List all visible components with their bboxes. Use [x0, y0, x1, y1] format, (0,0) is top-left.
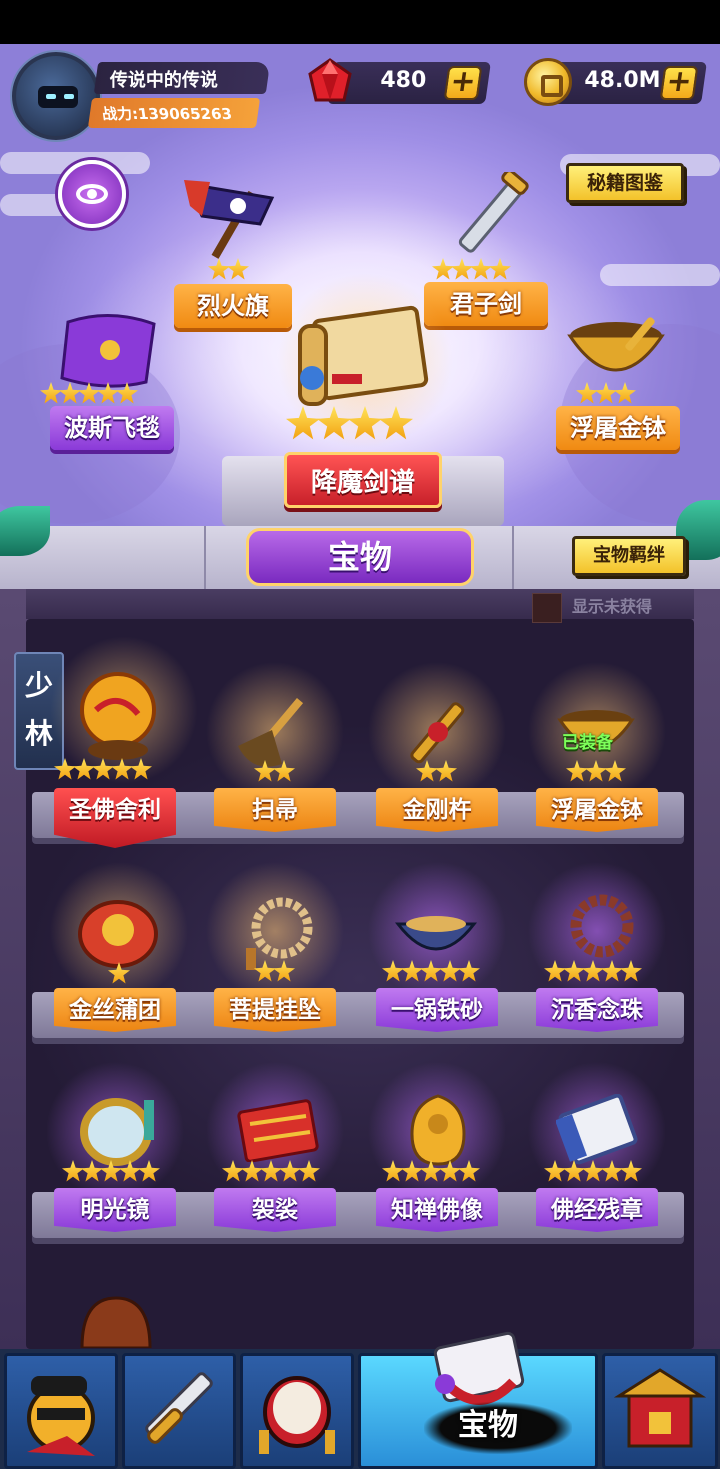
demon-sword-manual-image[interactable]: [288, 304, 438, 408]
gentleman-sword-image[interactable]: [432, 172, 540, 268]
add-gold-button[interactable]: +: [659, 64, 699, 100]
equipped-badge: 已装备: [562, 733, 613, 753]
combat-power: 战力:139065263: [87, 98, 261, 128]
golden-bowl-stars: [576, 382, 636, 408]
item-label[interactable]: 袈裟: [214, 1188, 336, 1232]
nav-hero-tab[interactable]: [4, 1353, 118, 1469]
nav-drum-tab[interactable]: [240, 1353, 354, 1469]
demon-sword-manual-stars: [286, 406, 413, 440]
item-label[interactable]: 金丝蒲团: [54, 988, 176, 1032]
sword-icon: [145, 1372, 213, 1444]
fire-flag-stars: [208, 258, 249, 284]
item-stars: [544, 1160, 642, 1186]
vajra-image[interactable]: [396, 694, 480, 770]
item-label[interactable]: 一锅铁砂: [376, 988, 498, 1032]
item-label[interactable]: 知禅佛像: [376, 1188, 498, 1232]
item-stars: [108, 962, 130, 988]
buddha-relic-image[interactable]: [76, 670, 160, 760]
status-bar: [0, 0, 720, 44]
nav-weapon-tab[interactable]: [122, 1353, 236, 1469]
bottom-navigation: [0, 1331, 720, 1469]
item-stars: [254, 960, 295, 986]
item-label[interactable]: 金刚杵: [376, 788, 498, 832]
showcase-label[interactable]: 浮屠金钵: [556, 406, 680, 450]
item-stars: [62, 1160, 160, 1186]
hero-icon: [27, 1376, 95, 1456]
checkbox[interactable]: [532, 593, 562, 623]
player-name: 传说中的传说: [93, 62, 271, 94]
temple-icon: [613, 1368, 707, 1448]
gem-icon: [308, 58, 352, 102]
item-stars: [544, 960, 642, 986]
gentleman-sword-stars: [432, 258, 511, 284]
buddha-statue-image[interactable]: [408, 1094, 468, 1166]
treasure-bond-button[interactable]: 宝物羁绊: [572, 536, 686, 576]
item-label[interactable]: 浮屠金钵: [536, 788, 658, 832]
showcase-label[interactable]: 烈火旗: [174, 284, 292, 328]
nav-active-label: 宝物: [458, 1408, 518, 1443]
item-label[interactable]: 沉香念珠: [536, 988, 658, 1032]
item-label[interactable]: 扫帚: [214, 788, 336, 832]
partial-item-image[interactable]: [76, 1296, 156, 1348]
kasaya-image[interactable]: [236, 1096, 320, 1162]
add-gems-button[interactable]: +: [443, 64, 483, 100]
item-stars: [566, 760, 626, 786]
item-stars: [382, 1160, 480, 1186]
item-label[interactable]: 明光镜: [54, 1188, 176, 1232]
agarwood-beads-image[interactable]: [558, 892, 640, 968]
item-stars: [254, 760, 295, 786]
item-stars: [222, 1160, 320, 1186]
coin-icon: [524, 58, 572, 106]
nav-temple-tab[interactable]: [602, 1353, 718, 1469]
section-title: 宝物: [246, 528, 474, 586]
iron-sand-wok-image[interactable]: [394, 904, 478, 966]
persian-carpet-stars: [40, 382, 138, 408]
item-stars: [382, 960, 480, 986]
treasure-screen: 传说中的传说 战力:139065263 480 + 48.0M + 秘籍图鉴 烈…: [0, 0, 720, 1469]
gem-amount: 480: [380, 68, 427, 93]
bright-mirror-image[interactable]: [78, 1094, 162, 1168]
item-label[interactable]: 菩提挂坠: [214, 988, 336, 1032]
player-avatar[interactable]: [12, 52, 100, 140]
show-unobtained-toggle[interactable]: 显示未获得: [532, 591, 692, 623]
eye-icon[interactable]: [58, 160, 126, 228]
sutra-fragment-image[interactable]: [556, 1094, 640, 1166]
drum-icon: [259, 1376, 335, 1454]
showcase-label[interactable]: 波斯飞毯: [50, 406, 174, 450]
gold-amount: 48.0M: [584, 68, 661, 93]
item-label[interactable]: 佛经残章: [536, 1188, 658, 1232]
item-stars: [54, 758, 152, 784]
selected-treasure-label[interactable]: 降魔剑谱: [284, 452, 442, 508]
codex-button[interactable]: 秘籍图鉴: [566, 163, 684, 203]
fire-flag-image[interactable]: [180, 176, 290, 262]
golden-bowl-image[interactable]: [566, 314, 670, 390]
golden-cushion-image[interactable]: [78, 900, 158, 970]
item-stars: [416, 760, 457, 786]
